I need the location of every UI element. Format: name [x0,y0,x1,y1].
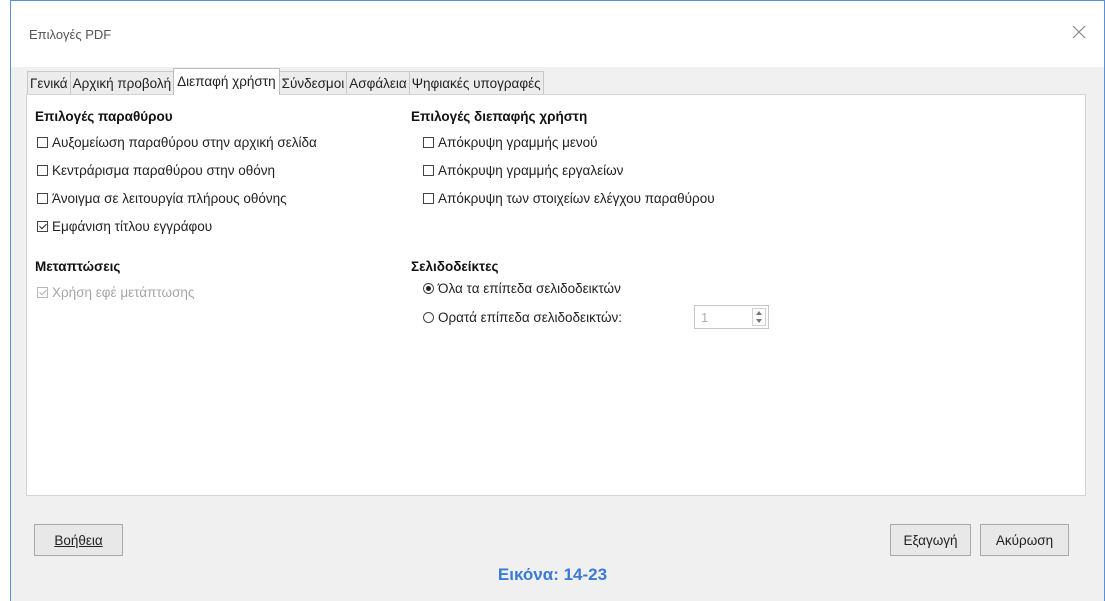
window-options-heading: Επιλογές παραθύρου [35,109,173,124]
help-button-label: Βοήθεια [54,532,103,548]
checkbox-label: Χρήση εφέ μετάπτωσης [52,285,195,300]
checkbox-box[interactable] [423,165,434,176]
export-button[interactable]: Εξαγωγή [890,524,971,556]
checkbox-label: Απόκρυψη γραμμής εργαλείων [438,163,624,178]
resize-window-checkbox[interactable]: Αυξομείωση παραθύρου στην αρχική σελίδα [37,135,317,150]
tab-user-interface[interactable]: Διεπαφή χρήστη [173,68,280,95]
hide-menubar-checkbox[interactable]: Απόκρυψη γραμμής μενού [423,135,598,150]
title-bar: Επιλογές PDF [11,1,1104,67]
pdf-options-dialog: Επιλογές PDF Γενικά Αρχική προβολή Διεπα… [10,0,1105,601]
checkbox-label: Άνοιγμα σε λειτουργία πλήρους οθόνης [52,191,287,206]
tab-links[interactable]: Σύνδεσμοι [278,71,348,95]
use-transition-effects-checkbox: Χρήση εφέ μετάπτωσης [37,285,194,300]
spin-up-arrow-icon[interactable] [753,309,765,317]
radio-label: Όλα τα επίπεδα σελιδοδεικτών [438,281,621,296]
spin-down-arrow-icon[interactable] [753,317,765,325]
cancel-button-label: Ακύρωση [995,532,1054,548]
spinbox-value: 1 [701,310,709,325]
tab-panel-user-interface: Επιλογές παραθύρου Αυξομείωση παραθύρου … [26,94,1086,496]
checkbox-box[interactable] [423,137,434,148]
figure-caption: Εικόνα: 14-23 [497,565,608,584]
visible-bookmark-levels-radio[interactable]: Ορατά επίπεδα σελιδοδεικτών: [423,310,622,325]
tab-general[interactable]: Γενικά [27,71,71,95]
hide-toolbar-checkbox[interactable]: Απόκρυψη γραμμής εργαλείων [423,163,623,178]
checkbox-label: Κεντράρισμα παραθύρου στην οθόνη [52,163,276,178]
bookmarks-heading: Σελιδοδείκτες [411,259,499,274]
hide-window-controls-checkbox[interactable]: Απόκρυψη των στοιχείων ελέγχου παραθύρου [423,191,715,206]
radio-label: Ορατά επίπεδα σελιδοδεικτών: [438,310,623,325]
close-icon[interactable] [1070,23,1088,41]
tab-bar: Γενικά Αρχική προβολή Διεπαφή χρήστη Σύν… [27,68,544,95]
radio-circle[interactable] [423,283,434,294]
tab-security[interactable]: Ασφάλεια [346,71,410,95]
tab-initial-view[interactable]: Αρχική προβολή [69,71,175,95]
fullscreen-mode-checkbox[interactable]: Άνοιγμα σε λειτουργία πλήρους οθόνης [37,191,287,206]
help-button[interactable]: Βοήθεια [34,524,123,556]
checkbox-box [37,287,48,298]
checkbox-box[interactable] [37,193,48,204]
tab-digital-signatures[interactable]: Ψηφιακές υπογραφές [408,71,544,95]
checkbox-box[interactable] [37,165,48,176]
transitions-heading: Μεταπτώσεις [35,259,121,274]
checkbox-label: Απόκρυψη γραμμής μενού [438,135,598,150]
bookmark-levels-spinbox[interactable]: 1 [694,305,769,329]
center-window-checkbox[interactable]: Κεντράρισμα παραθύρου στην οθόνη [37,163,275,178]
checkbox-box[interactable] [423,193,434,204]
checkbox-box[interactable] [37,137,48,148]
checkbox-label: Αυξομείωση παραθύρου στην αρχική σελίδα [52,135,317,150]
dialog-title: Επιλογές PDF [29,27,112,42]
all-bookmark-levels-radio[interactable]: Όλα τα επίπεδα σελιδοδεικτών [423,281,621,296]
ui-options-heading: Επιλογές διεπαφής χρήστη [411,109,588,124]
spinbox-buttons [752,308,766,326]
display-document-title-checkbox[interactable]: Εμφάνιση τίτλου εγγράφου [37,219,212,234]
checkbox-box[interactable] [37,221,48,232]
checkbox-label: Απόκρυψη των στοιχείων ελέγχου παραθύρου [438,191,715,206]
export-button-label: Εξαγωγή [903,532,958,548]
radio-circle[interactable] [423,312,434,323]
cancel-button[interactable]: Ακύρωση [980,524,1069,556]
checkbox-label: Εμφάνιση τίτλου εγγράφου [52,219,213,234]
